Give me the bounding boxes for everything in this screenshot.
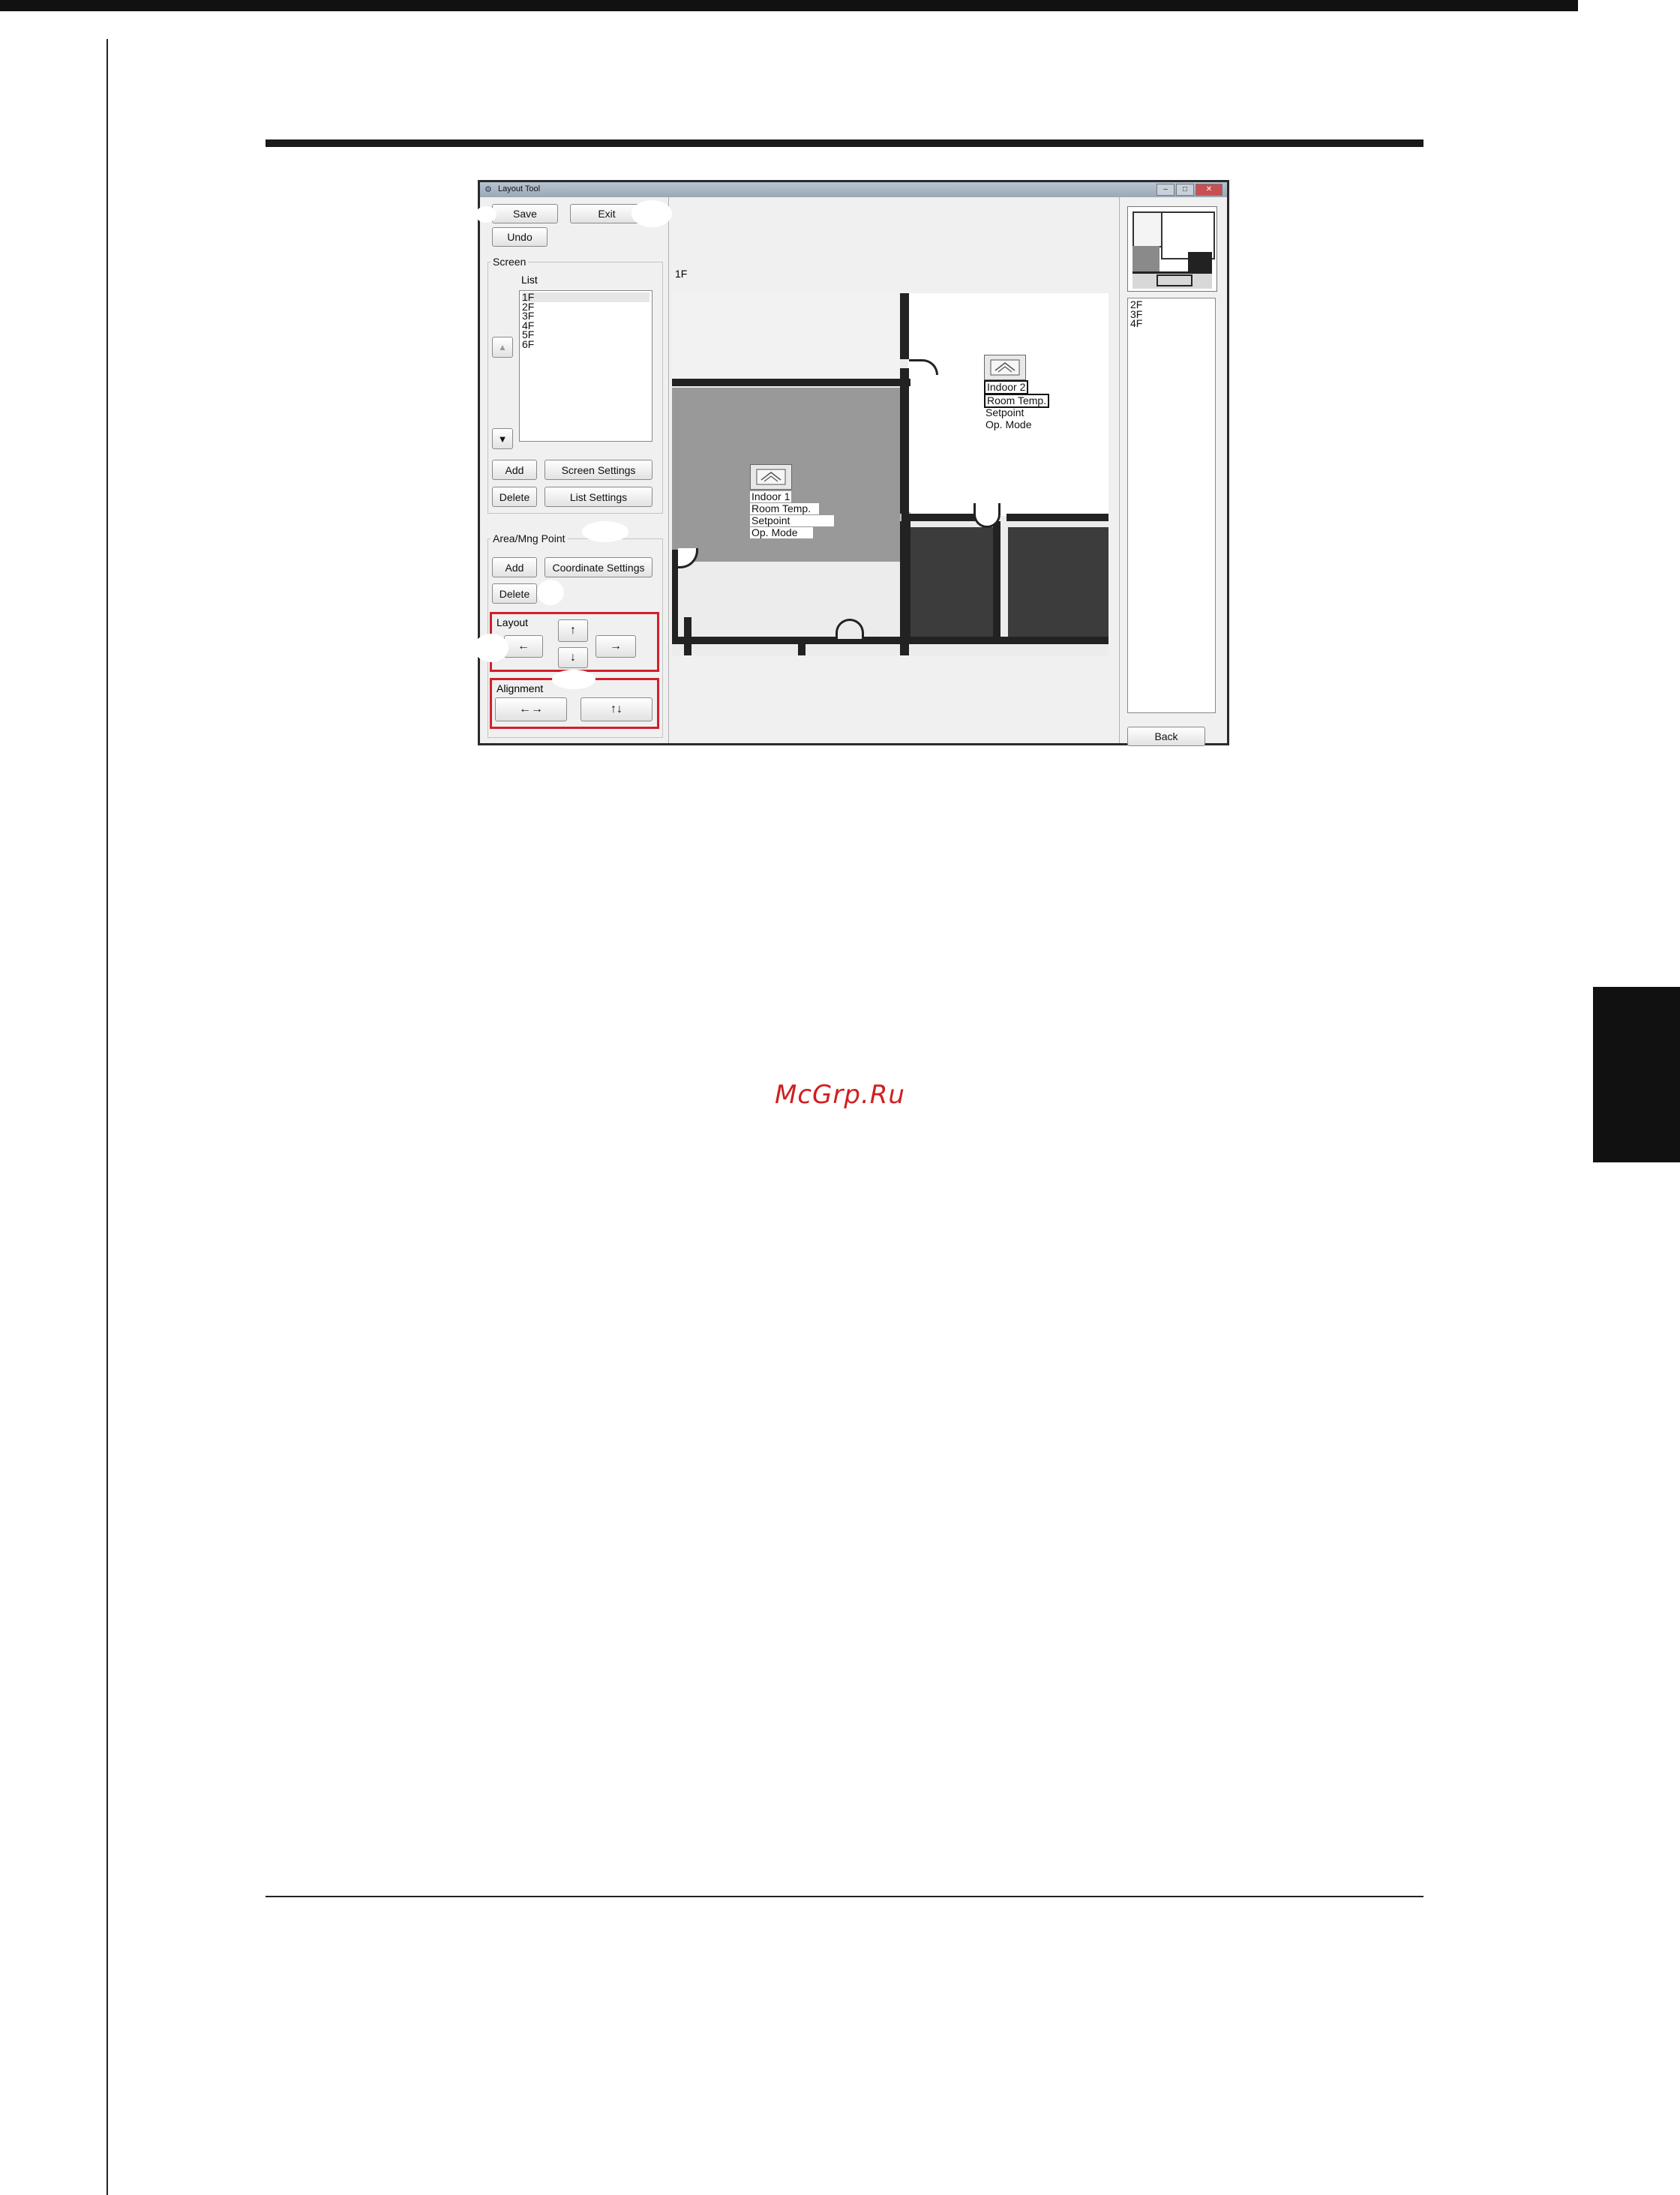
title-bar[interactable]: ⚙ Layout Tool – □ ✕: [480, 182, 1227, 197]
indoor-unit-2-icon[interactable]: [984, 355, 1026, 380]
wall: [672, 379, 910, 386]
list-item[interactable]: 1F: [522, 292, 650, 302]
indoor-1-setpoint[interactable]: Setpoint: [750, 515, 834, 526]
minimap-thumbnail[interactable]: [1127, 206, 1217, 292]
list-item[interactable]: 4F: [522, 320, 650, 330]
screen-list-right[interactable]: 2F 3F 4F: [1127, 298, 1216, 713]
list-item[interactable]: 6F: [522, 339, 650, 349]
floor-plan-canvas[interactable]: Indoor 1 Room Temp. Setpoint Op. Mode In…: [672, 293, 1108, 655]
layout-up-button[interactable]: ↑: [558, 619, 588, 642]
wall: [672, 637, 1108, 644]
wall: [900, 637, 909, 655]
close-button[interactable]: ✕: [1196, 184, 1222, 196]
list-item[interactable]: 2F: [1130, 299, 1213, 309]
door-swing: [678, 548, 698, 568]
floor-label: 1F: [675, 268, 688, 280]
layout-right-button[interactable]: →: [596, 635, 636, 658]
alignment-label: Alignment: [496, 682, 544, 694]
cassette-icon: [990, 359, 1020, 376]
wall: [900, 293, 909, 359]
door-swing: [836, 619, 864, 639]
list-item[interactable]: 2F: [522, 301, 650, 311]
indoor-1-op-mode[interactable]: Op. Mode: [750, 527, 813, 538]
minimap-room: [1188, 252, 1212, 271]
list-settings-button[interactable]: List Settings: [544, 487, 652, 507]
minimap-room: [1132, 211, 1162, 247]
screen-delete-button[interactable]: Delete: [492, 487, 537, 507]
callout-blob: [474, 634, 508, 662]
window-controls: – □ ✕: [1156, 184, 1222, 196]
wall: [684, 617, 692, 655]
minimap-viewport: [1156, 274, 1192, 286]
room-dark-1: [910, 527, 993, 637]
indoor-2-op-mode[interactable]: Op. Mode: [984, 419, 1033, 430]
page-left-rule: [106, 39, 108, 2195]
area-add-button[interactable]: Add: [492, 557, 537, 577]
area-delete-button[interactable]: Delete: [492, 583, 537, 604]
undo-button[interactable]: Undo: [492, 227, 548, 247]
save-button[interactable]: Save: [492, 204, 558, 223]
left-panel: Save Exit Undo Screen List ▲ ▼ 1F 2F 3F …: [474, 197, 672, 743]
window-title: Layout Tool: [498, 184, 541, 193]
right-panel: 2F 3F 4F Back: [1119, 197, 1227, 746]
indoor-1-name[interactable]: Indoor 1: [750, 491, 792, 502]
page-header-rule: [266, 139, 1424, 147]
indoor-unit-1-icon[interactable]: [750, 464, 792, 490]
wall: [900, 521, 910, 637]
screen-settings-button[interactable]: Screen Settings: [544, 460, 652, 480]
indoor-1-room-temp[interactable]: Room Temp.: [750, 503, 819, 514]
layout-down-button[interactable]: ↓: [558, 647, 588, 668]
callout-blob: [632, 200, 672, 227]
page-top-bar: [0, 0, 1578, 11]
indoor-2-setpoint[interactable]: Setpoint: [984, 407, 1025, 418]
align-horizontal-button[interactable]: ←→: [495, 697, 567, 721]
layout-tool-window: ⚙ Layout Tool – □ ✕ Save Exit Undo Scree…: [474, 180, 1229, 746]
page-side-tab: [1593, 987, 1680, 1162]
minimize-button[interactable]: –: [1156, 184, 1174, 196]
move-down-button[interactable]: ▼: [492, 428, 513, 449]
callout-blob: [537, 580, 564, 605]
callout-blob: [476, 206, 496, 223]
wall: [798, 637, 806, 655]
room-dark-2: [1008, 527, 1108, 637]
wall: [993, 521, 1000, 637]
move-up-button[interactable]: ▲: [492, 337, 513, 358]
screen-list[interactable]: 1F 2F 3F 4F 5F 6F: [519, 290, 652, 442]
list-item[interactable]: 5F: [522, 329, 650, 339]
screen-add-button[interactable]: Add: [492, 460, 537, 480]
list-item[interactable]: 3F: [1130, 309, 1213, 319]
back-button[interactable]: Back: [1127, 727, 1205, 746]
list-item[interactable]: 4F: [1130, 318, 1213, 328]
coordinate-settings-button[interactable]: Coordinate Settings: [544, 557, 652, 577]
list-label: List: [521, 274, 538, 286]
area-mng-point-label: Area/Mng Point: [490, 532, 568, 544]
indoor-2-name[interactable]: Indoor 2: [984, 380, 1029, 394]
room-top-left: [672, 293, 900, 379]
layout-label: Layout: [496, 616, 529, 628]
callout-blob: [582, 521, 628, 542]
wall: [902, 514, 984, 521]
wall: [1006, 514, 1108, 521]
wall: [672, 550, 678, 637]
page-footer-rule: [266, 1896, 1424, 1897]
minimap-room: [1132, 246, 1160, 271]
cassette-icon: [756, 469, 786, 485]
callout-blob: [552, 670, 596, 689]
screen-group-label: Screen: [490, 256, 529, 268]
maximize-button[interactable]: □: [1176, 184, 1194, 196]
wall: [900, 368, 909, 514]
layout-left-button[interactable]: ←: [504, 635, 543, 658]
watermark: McGrp.Ru: [775, 1080, 905, 1110]
app-icon: ⚙: [484, 185, 492, 194]
align-vertical-button[interactable]: ↑↓: [580, 697, 652, 721]
list-item[interactable]: 3F: [522, 310, 650, 320]
